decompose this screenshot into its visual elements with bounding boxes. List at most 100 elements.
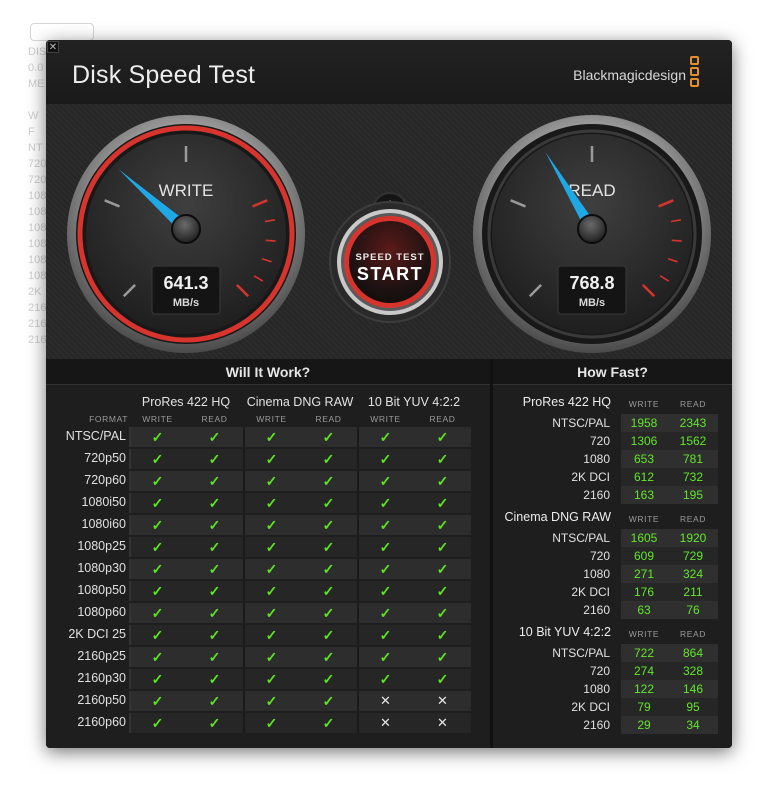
resolution-label: 720 xyxy=(589,664,610,678)
check-icon: ✓ xyxy=(151,715,164,731)
format-label: 2160p60 xyxy=(77,715,126,729)
resolution-label: 2160 xyxy=(583,718,610,732)
read-column-header: READ xyxy=(679,399,707,409)
check-icon: ✓ xyxy=(265,539,278,555)
read-fps-value: 95 xyxy=(686,700,700,714)
write-fps-value: 271 xyxy=(633,567,655,581)
read-fps-value: 34 xyxy=(686,718,700,732)
check-icon: ✓ xyxy=(265,693,278,709)
format-label: 1080p25 xyxy=(77,539,126,553)
check-icon: ✓ xyxy=(208,561,221,577)
background-line: 108 xyxy=(28,238,47,250)
format-column-header: FORMAT xyxy=(89,414,128,424)
format-label: 1080p50 xyxy=(77,583,126,597)
write-column-header: WRITE xyxy=(142,414,173,424)
check-icon: ✓ xyxy=(436,561,449,577)
check-icon: ✓ xyxy=(379,495,392,511)
check-icon: ✓ xyxy=(265,649,278,665)
check-icon: ✓ xyxy=(151,561,164,577)
check-icon: ✓ xyxy=(208,715,221,731)
read-fps-value: 195 xyxy=(682,488,704,502)
check-icon: ✓ xyxy=(151,671,164,687)
resolution-label: 1080 xyxy=(583,567,610,581)
read-column-header: READ xyxy=(429,414,456,424)
gauge-tick xyxy=(265,239,276,242)
background-line: 108 xyxy=(28,254,47,266)
background-window-text: DIS 0.0 ME W F NT 720 720 108 108 108 108 108 108 2K 2… xyxy=(28,44,46,348)
read-column-header: READ xyxy=(201,414,228,424)
background-line: 108 xyxy=(28,206,47,218)
start-button[interactable]: SPEED TEST START xyxy=(329,201,451,323)
close-button[interactable]: ✕ xyxy=(47,41,59,53)
check-icon: ✓ xyxy=(208,649,221,665)
check-icon: ✓ xyxy=(379,627,392,643)
read-speed-unit: MB/s xyxy=(579,297,605,309)
check-icon: ✓ xyxy=(208,671,221,687)
read-gauge: READ 768.8 MB/s xyxy=(473,115,711,353)
check-icon: ✓ xyxy=(151,605,164,621)
background-line: 216 xyxy=(28,334,47,346)
results-area: Will It Work? How Fast? ProRes 422 HQ Cin… xyxy=(46,359,732,748)
check-icon: ✓ xyxy=(265,605,278,621)
check-icon: ✓ xyxy=(436,649,449,665)
read-fps-value: 781 xyxy=(682,452,704,466)
resolution-label: NTSC/PAL xyxy=(552,416,610,430)
check-icon: ✓ xyxy=(322,539,335,555)
background-line: 720 xyxy=(28,174,47,186)
check-icon: ✓ xyxy=(208,605,221,621)
check-icon: ✓ xyxy=(322,605,335,621)
check-icon: ✓ xyxy=(265,495,278,511)
format-group-header: 10 Bit YUV 4:2:2 xyxy=(367,395,461,409)
check-icon: ✓ xyxy=(379,561,392,577)
read-column-header: READ xyxy=(679,629,707,639)
will-it-work-header: Will It Work? xyxy=(46,359,490,385)
check-icon: ✓ xyxy=(379,583,392,599)
resolution-label: 2K DCI xyxy=(571,700,610,714)
check-icon: ✓ xyxy=(322,627,335,643)
resolution-label: 2160 xyxy=(583,603,610,617)
check-icon: ✓ xyxy=(151,539,164,555)
check-icon: ✓ xyxy=(379,517,392,533)
format-group-header: ProRes 422 HQ xyxy=(141,395,231,409)
check-icon: ✓ xyxy=(265,429,278,445)
check-icon: ✓ xyxy=(436,627,449,643)
check-icon: ✓ xyxy=(436,605,449,621)
write-fps-value: 176 xyxy=(633,585,655,599)
check-icon: ✓ xyxy=(436,583,449,599)
write-fps-value: 653 xyxy=(633,452,655,466)
write-column-header: WRITE xyxy=(370,414,401,424)
background-line: 216 xyxy=(28,302,47,314)
background-line: F xyxy=(28,126,35,138)
check-icon: ✓ xyxy=(151,649,164,665)
check-icon: ✓ xyxy=(322,495,335,511)
format-label: 1080i60 xyxy=(81,517,127,531)
background-line: 0.0 xyxy=(28,62,44,74)
write-speed-unit: MB/s xyxy=(173,297,199,309)
write-column-header: WRITE xyxy=(628,514,660,524)
check-icon: ✓ xyxy=(151,473,164,489)
cross-icon: ✕ xyxy=(380,693,391,708)
background-line: 108 xyxy=(28,222,47,234)
speed-group-header: 10 Bit YUV 4:2:2 xyxy=(518,625,611,639)
check-icon: ✓ xyxy=(322,451,335,467)
check-icon: ✓ xyxy=(208,473,221,489)
check-icon: ✓ xyxy=(379,473,392,489)
check-icon: ✓ xyxy=(322,561,335,577)
write-fps-value: 79 xyxy=(637,700,651,714)
write-gauge: WRITE 641.3 MB/s xyxy=(67,115,305,353)
check-icon: ✓ xyxy=(265,473,278,489)
write-fps-value: 612 xyxy=(633,470,655,484)
check-icon: ✓ xyxy=(208,451,221,467)
check-icon: ✓ xyxy=(436,473,449,489)
write-fps-value: 1306 xyxy=(630,434,658,448)
format-label: 2K DCI 25 xyxy=(68,627,126,641)
speed-group-header: ProRes 422 HQ xyxy=(522,395,611,409)
title-bar: Disk Speed Test Blackmagicdesign xyxy=(46,40,732,104)
background-line xyxy=(28,92,46,108)
check-icon: ✓ xyxy=(322,649,335,665)
format-label: 1080p60 xyxy=(77,605,126,619)
write-fps-value: 722 xyxy=(633,646,655,660)
write-fps-value: 274 xyxy=(633,664,655,678)
speed-group-header: Cinema DNG RAW xyxy=(504,510,612,524)
check-icon: ✓ xyxy=(436,451,449,467)
